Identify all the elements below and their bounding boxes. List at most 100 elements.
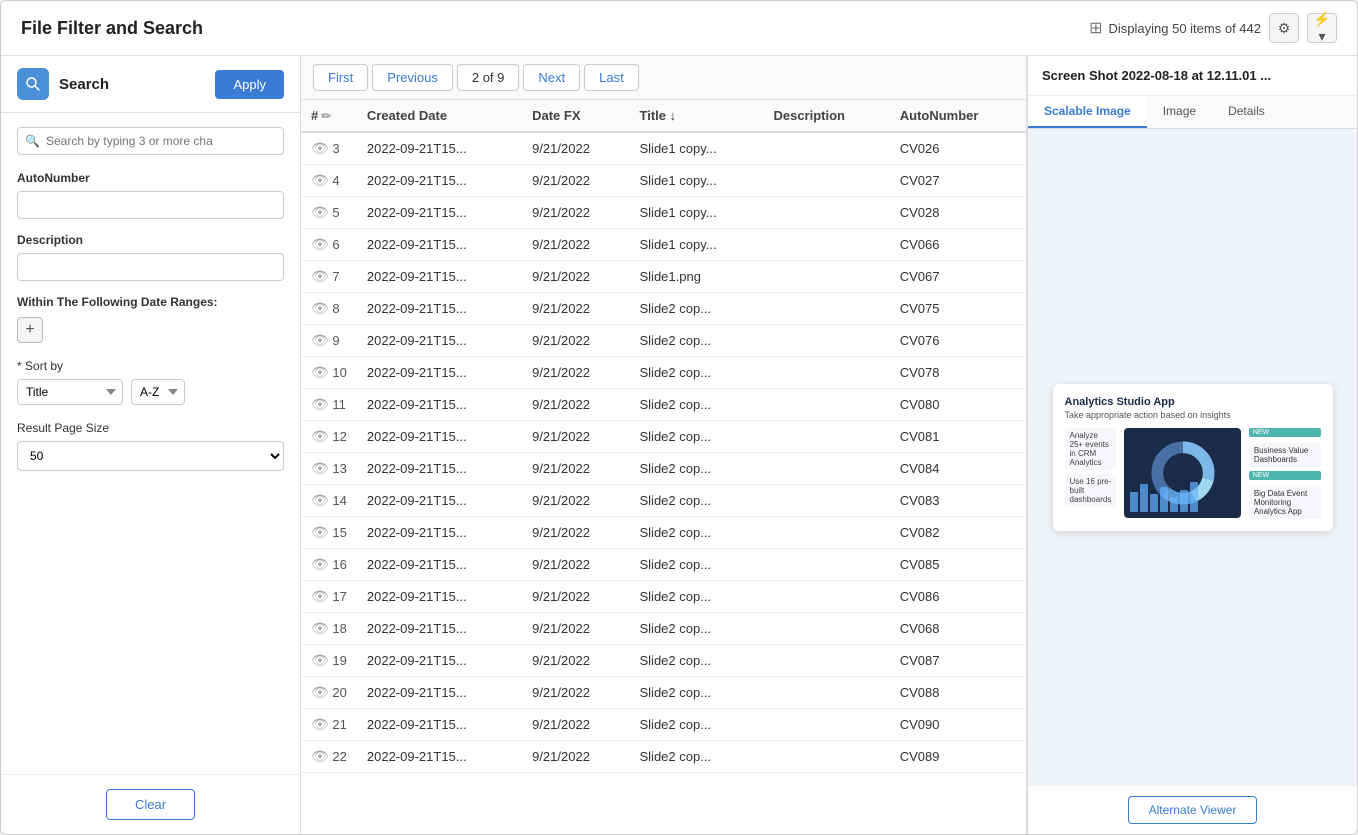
table-row[interactable]: 👁 9 2022-09-21T15... 9/21/2022 Slide2 co…	[301, 325, 1026, 357]
row-description	[763, 485, 889, 517]
date-range-label: Within The Following Date Ranges:	[17, 295, 284, 309]
table-row[interactable]: 👁 11 2022-09-21T15... 9/21/2022 Slide2 c…	[301, 389, 1026, 421]
row-created: 2022-09-21T15...	[357, 197, 522, 229]
row-created: 2022-09-21T15...	[357, 549, 522, 581]
row-created: 2022-09-21T15...	[357, 677, 522, 709]
col-header-created[interactable]: Created Date	[357, 100, 522, 132]
apply-button[interactable]: Apply	[215, 70, 284, 99]
row-eye[interactable]: 👁 6	[301, 229, 357, 261]
row-eye[interactable]: 👁 9	[301, 325, 357, 357]
row-eye[interactable]: 👁 4	[301, 165, 357, 197]
col-header-title[interactable]: Title ↓	[630, 100, 764, 132]
table-row[interactable]: 👁 20 2022-09-21T15... 9/21/2022 Slide2 c…	[301, 677, 1026, 709]
row-datefx: 9/21/2022	[522, 165, 629, 197]
edit-col-icon[interactable]: ✏	[321, 109, 331, 123]
row-eye[interactable]: 👁 7	[301, 261, 357, 293]
tab-scalable-image[interactable]: Scalable Image	[1028, 96, 1147, 128]
col-header-autonumber[interactable]: AutoNumber	[890, 100, 1026, 132]
col-header-description[interactable]: Description	[763, 100, 889, 132]
gear-button[interactable]: ⚙	[1269, 13, 1299, 43]
table-row[interactable]: 👁 4 2022-09-21T15... 9/21/2022 Slide1 co…	[301, 165, 1026, 197]
table-row[interactable]: 👁 5 2022-09-21T15... 9/21/2022 Slide1 co…	[301, 197, 1026, 229]
clear-button[interactable]: Clear	[106, 789, 195, 820]
table-row[interactable]: 👁 22 2022-09-21T15... 9/21/2022 Slide2 c…	[301, 741, 1026, 773]
analytics-left: Analyze 25+ events in CRM Analytics Use …	[1065, 428, 1117, 507]
row-autonumber: CV080	[890, 389, 1026, 421]
lightning-button[interactable]: ⚡ ▾	[1307, 13, 1337, 43]
table-row[interactable]: 👁 21 2022-09-21T15... 9/21/2022 Slide2 c…	[301, 709, 1026, 741]
description-field[interactable]	[17, 253, 284, 281]
table-row[interactable]: 👁 6 2022-09-21T15... 9/21/2022 Slide1 co…	[301, 229, 1026, 261]
row-description	[763, 389, 889, 421]
first-button[interactable]: First	[313, 64, 368, 91]
table-row[interactable]: 👁 19 2022-09-21T15... 9/21/2022 Slide2 c…	[301, 645, 1026, 677]
table-row[interactable]: 👁 17 2022-09-21T15... 9/21/2022 Slide2 c…	[301, 581, 1026, 613]
preview-panel: Screen Shot 2022-08-18 at 12.11.01 ... S…	[1027, 56, 1357, 834]
table-row[interactable]: 👁 14 2022-09-21T15... 9/21/2022 Slide2 c…	[301, 485, 1026, 517]
row-eye[interactable]: 👁 8	[301, 293, 357, 325]
autonumber-field[interactable]	[17, 191, 284, 219]
row-description	[763, 581, 889, 613]
col-header-datefx[interactable]: Date FX	[522, 100, 629, 132]
alternate-viewer-button[interactable]: Alternate Viewer	[1128, 796, 1258, 824]
row-created: 2022-09-21T15...	[357, 581, 522, 613]
previous-button[interactable]: Previous	[372, 64, 453, 91]
table-row[interactable]: 👁 12 2022-09-21T15... 9/21/2022 Slide2 c…	[301, 421, 1026, 453]
analytics-card-header: Analytics Studio App	[1065, 396, 1321, 408]
row-eye[interactable]: 👁 15	[301, 517, 357, 549]
table-row[interactable]: 👁 16 2022-09-21T15... 9/21/2022 Slide2 c…	[301, 549, 1026, 581]
table-row[interactable]: 👁 7 2022-09-21T15... 9/21/2022 Slide1.pn…	[301, 261, 1026, 293]
chart-bar-mini	[1130, 482, 1198, 512]
input-search-icon: 🔍	[25, 134, 40, 148]
table-row[interactable]: 👁 10 2022-09-21T15... 9/21/2022 Slide2 c…	[301, 357, 1026, 389]
row-datefx: 9/21/2022	[522, 741, 629, 773]
row-title: Slide2 cop...	[630, 581, 764, 613]
add-date-button[interactable]: +	[17, 317, 43, 343]
row-title: Slide2 cop...	[630, 389, 764, 421]
row-eye[interactable]: 👁 13	[301, 453, 357, 485]
row-eye[interactable]: 👁 16	[301, 549, 357, 581]
sort-order-select[interactable]: A-Z Z-A	[131, 379, 185, 405]
row-eye[interactable]: 👁 10	[301, 357, 357, 389]
analytics-stat-2: Use 16 pre-built dashboards	[1065, 474, 1117, 507]
preview-title: Screen Shot 2022-08-18 at 12.11.01 ...	[1042, 68, 1343, 83]
main-content: Search Apply 🔍 AutoNumber Description	[1, 56, 1357, 834]
row-autonumber: CV075	[890, 293, 1026, 325]
row-eye[interactable]: 👁 19	[301, 645, 357, 677]
row-eye[interactable]: 👁 12	[301, 421, 357, 453]
row-eye[interactable]: 👁 21	[301, 709, 357, 741]
filter-footer: Clear	[1, 774, 300, 834]
last-button[interactable]: Last	[584, 64, 639, 91]
row-datefx: 9/21/2022	[522, 645, 629, 677]
row-description	[763, 645, 889, 677]
tab-image[interactable]: Image	[1147, 96, 1212, 128]
row-eye[interactable]: 👁 14	[301, 485, 357, 517]
row-autonumber: CV090	[890, 709, 1026, 741]
preview-tabs: Scalable Image Image Details	[1028, 96, 1357, 129]
row-eye[interactable]: 👁 17	[301, 581, 357, 613]
search-input[interactable]	[17, 127, 284, 155]
row-eye[interactable]: 👁 22	[301, 741, 357, 773]
row-eye[interactable]: 👁 18	[301, 613, 357, 645]
col-header-num: #✏	[301, 100, 357, 132]
row-eye[interactable]: 👁 20	[301, 677, 357, 709]
row-autonumber: CV026	[890, 132, 1026, 165]
table-row[interactable]: 👁 15 2022-09-21T15... 9/21/2022 Slide2 c…	[301, 517, 1026, 549]
row-eye[interactable]: 👁 11	[301, 389, 357, 421]
row-datefx: 9/21/2022	[522, 132, 629, 165]
tab-details[interactable]: Details	[1212, 96, 1281, 128]
table-row[interactable]: 👁 13 2022-09-21T15... 9/21/2022 Slide2 c…	[301, 453, 1026, 485]
description-label: Description	[17, 233, 284, 247]
row-title: Slide1 copy...	[630, 197, 764, 229]
table-row[interactable]: 👁 3 2022-09-21T15... 9/21/2022 Slide1 co…	[301, 132, 1026, 165]
row-eye[interactable]: 👁 5	[301, 197, 357, 229]
table-row[interactable]: 👁 18 2022-09-21T15... 9/21/2022 Slide2 c…	[301, 613, 1026, 645]
row-description	[763, 229, 889, 261]
page-size-select[interactable]: 50 25 100	[17, 441, 284, 471]
sort-field-select[interactable]: Title AutoNumber Created Date Descriptio…	[17, 379, 123, 405]
search-header: Search Apply	[1, 56, 300, 113]
next-button[interactable]: Next	[523, 64, 580, 91]
preview-header: Screen Shot 2022-08-18 at 12.11.01 ...	[1028, 56, 1357, 96]
table-row[interactable]: 👁 8 2022-09-21T15... 9/21/2022 Slide2 co…	[301, 293, 1026, 325]
row-eye[interactable]: 👁 3	[301, 132, 357, 165]
